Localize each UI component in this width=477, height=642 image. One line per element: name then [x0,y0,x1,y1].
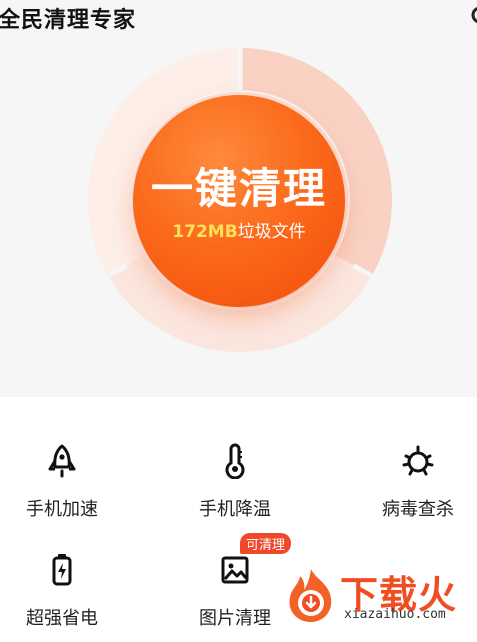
thermometer-icon [225,443,245,479]
image-icon [221,556,249,584]
tool-label: 手机降温 [199,499,271,520]
tool-phone-cooling[interactable]: 手机降温 [165,443,305,533]
settings-icon[interactable] [469,4,477,26]
junk-suffix: 垃圾文件 [237,222,306,242]
watermark-url: xiazaihuo.com [344,607,446,622]
one-click-clean-button[interactable]: 一键清理 172MB垃圾文件 [133,95,345,307]
app-title: 全民清理专家 [0,8,137,33]
cleanable-badge: 可清理 [240,533,292,554]
tool-label: 手机加速 [26,499,98,520]
clean-button-label: 一键清理 [150,164,327,213]
tool-virus-scan[interactable]: 病毒查杀 [348,443,477,533]
tool-power-saving[interactable]: 超强省电 [0,552,132,642]
junk-amount: 172MB [172,222,238,242]
fire-logo-icon [289,569,332,622]
junk-summary: 172MB垃圾文件 [133,217,345,242]
virus-icon [402,445,434,476]
clean-panel: 全民清理专家 一键清理 172MB垃圾文件 [0,0,477,397]
tool-label: 病毒查杀 [382,499,454,520]
rocket-icon [48,444,76,478]
watermark: 下载火 xiazaihuo.com [278,562,477,627]
tool-phone-boost[interactable]: 手机加速 [0,443,132,533]
tool-label: 超强省电 [26,608,98,629]
battery-icon [52,554,72,586]
